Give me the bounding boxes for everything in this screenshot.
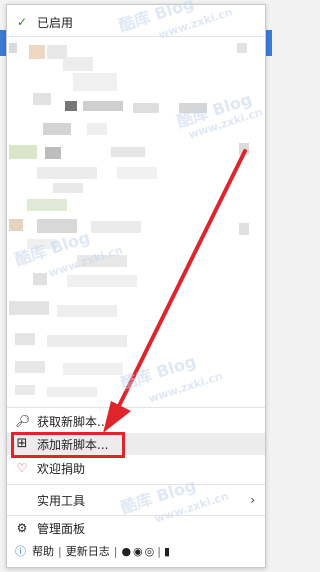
- background-right-strip: [266, 0, 272, 572]
- annotation-arrow: [103, 149, 247, 433]
- tampermonkey-popup-menu: ✓ 已启用 🔎︎ 获取新脚本... ⊞ 添加新脚本... ♡ 欢迎捐助 实用工具…: [6, 0, 266, 568]
